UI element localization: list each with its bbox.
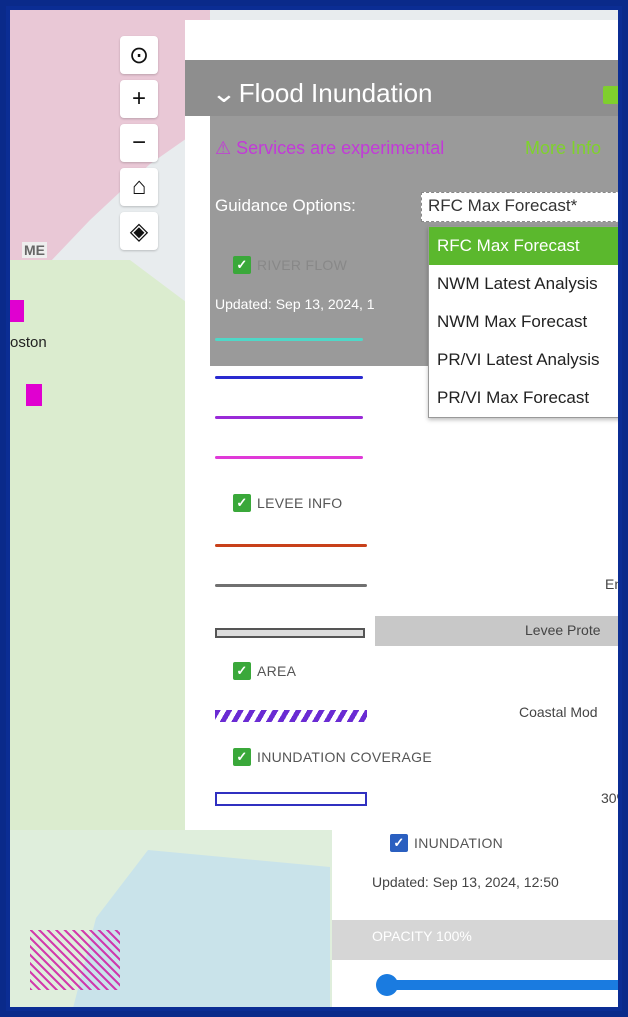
area-checkbox[interactable]: ✓ — [233, 662, 251, 680]
map-controls: ⊙ + − ⌂ ◈ — [120, 36, 158, 250]
area-label: AREA — [257, 663, 297, 679]
experimental-warning: ⚠ Services are experimental — [215, 138, 445, 158]
legend-line-levee-grey — [215, 584, 367, 587]
map-label-city: oston — [10, 334, 47, 351]
map-label-state: ME — [22, 242, 47, 258]
gauge-marker[interactable] — [10, 300, 24, 322]
coverage-label: INUNDATION COVERAGE — [257, 749, 433, 765]
opacity-slider-track[interactable] — [382, 980, 618, 990]
dropdown-option[interactable]: PR/VI Latest Analysis — [429, 341, 618, 379]
gauge-marker[interactable] — [26, 384, 42, 406]
dropdown-option[interactable]: NWM Max Forecast — [429, 303, 618, 341]
panel-title[interactable]: ⌄Flood Inundation — [210, 78, 433, 109]
levee-checkbox[interactable]: ✓ — [233, 494, 251, 512]
levee-label: LEVEE INFO — [257, 495, 343, 511]
legend-line-river-3 — [215, 416, 363, 419]
coverage-checkbox[interactable]: ✓ — [233, 748, 251, 766]
legend-line-river-4 — [215, 456, 363, 459]
inundation-area — [30, 930, 120, 990]
river-flow-section[interactable]: ✓ RIVER FLOW — [233, 256, 347, 274]
home-icon[interactable]: ⌂ — [120, 168, 158, 206]
legend-line-river-2 — [215, 376, 363, 379]
inundation-updated: Updated: Sep 13, 2024, 12:50 — [372, 874, 559, 890]
legend-box-levee — [215, 628, 365, 638]
inundation-label: INUNDATION — [414, 835, 504, 851]
layers-icon[interactable]: ◈ — [120, 212, 158, 250]
app-frame: ME oston ⊙ + − ⌂ ◈ ⌄Flood Inundation ⚠ S… — [6, 6, 622, 1011]
river-flow-updated: Updated: Sep 13, 2024, 1 — [215, 296, 375, 312]
levee-text-1: En — [605, 576, 622, 592]
coverage-text: 30% — [601, 790, 618, 806]
panel-title-text: Flood Inundation — [238, 78, 433, 108]
dropdown-option[interactable]: RFC Max Forecast — [429, 227, 618, 265]
inundation-lower-panel: ✓ INUNDATION Updated: Sep 13, 2024, 12:5… — [332, 828, 618, 1007]
guidance-label: Guidance Options: — [215, 196, 356, 215]
legend-line-levee-red — [215, 544, 367, 547]
inundation-checkbox[interactable]: ✓ — [390, 834, 408, 852]
chevron-down-icon: ⌄ — [210, 78, 237, 108]
river-flow-checkbox[interactable]: ✓ — [233, 256, 251, 274]
legend-line-river-1 — [215, 338, 363, 341]
coverage-section[interactable]: ✓ INUNDATION COVERAGE — [233, 748, 432, 766]
inundation-section[interactable]: ✓ INUNDATION — [390, 834, 503, 852]
zoom-in-icon[interactable]: + — [120, 80, 158, 118]
dropdown-option[interactable]: PR/VI Max Forecast — [429, 379, 618, 417]
locate-icon[interactable]: ⊙ — [120, 36, 158, 74]
zoom-out-icon[interactable]: − — [120, 124, 158, 162]
legend-box-coverage — [215, 792, 367, 806]
opacity-label: OPACITY 100% — [372, 928, 472, 944]
area-text: Coastal Mod — [519, 704, 598, 720]
levee-text-2: Levee Prote — [525, 622, 601, 638]
levee-section[interactable]: ✓ LEVEE INFO — [233, 494, 342, 512]
opacity-slider-thumb[interactable] — [376, 974, 398, 996]
river-flow-label: RIVER FLOW — [257, 257, 348, 273]
flood-inundation-panel: ⌄Flood Inundation ⚠ Services are experim… — [185, 20, 622, 830]
guidance-select[interactable]: RFC Max Forecast* — [421, 192, 618, 222]
guidance-dropdown: RFC Max Forecast NWM Latest Analysis NWM… — [428, 226, 618, 418]
legend-hatch-area — [215, 710, 367, 722]
area-section[interactable]: ✓ AREA — [233, 662, 296, 680]
dropdown-option[interactable]: NWM Latest Analysis — [429, 265, 618, 303]
layer-toggle-checkbox[interactable] — [603, 86, 618, 104]
more-info-link[interactable]: More Info — [525, 138, 601, 159]
